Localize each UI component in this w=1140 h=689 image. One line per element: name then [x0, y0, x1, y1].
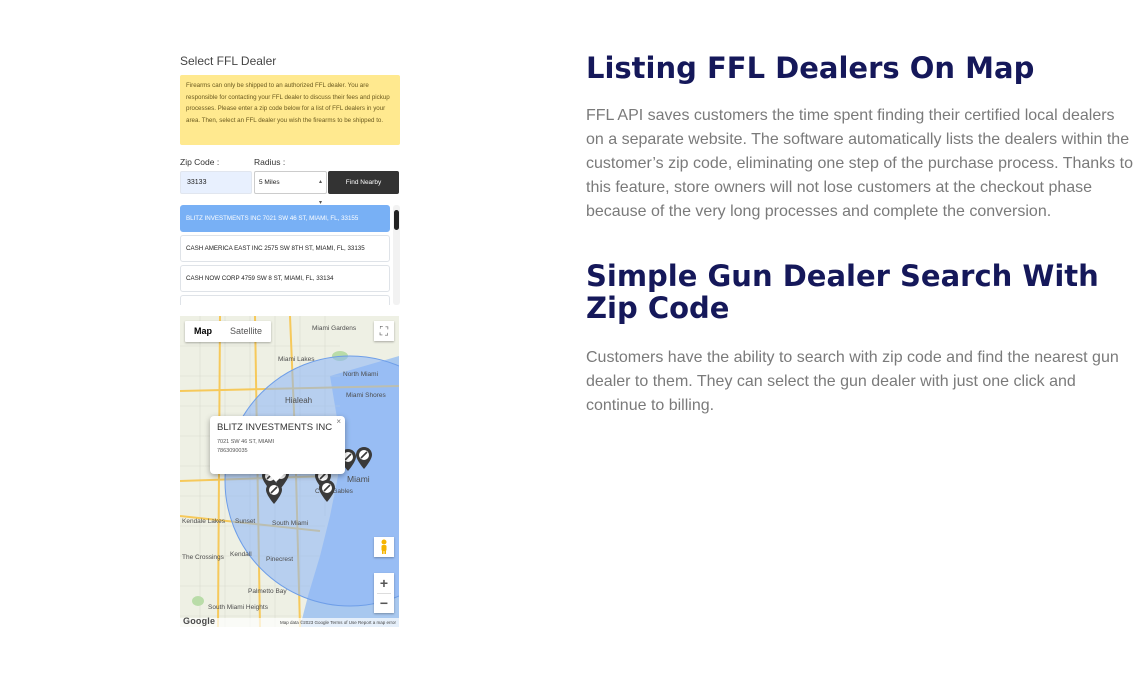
paragraph-listing-dealers: FFL API saves customers the time spent f…: [586, 107, 1133, 220]
map-label: Miami Gardens: [312, 325, 357, 332]
dealer-marker-icon[interactable]: [356, 447, 372, 469]
zip-code-label: Zip Code :: [180, 157, 220, 167]
dealer-marker-icon[interactable]: [319, 480, 335, 502]
radius-label: Radius :: [254, 157, 286, 167]
map-label: North Miami: [343, 371, 379, 378]
widget-title: Select FFL Dealer: [180, 54, 277, 68]
zoom-in-button[interactable]: +: [374, 573, 394, 593]
info-dealer-name: BLITZ INVESTMENTS INC: [217, 422, 333, 433]
feature-content: Listing FFL Dealers On Map FFL API saves…: [586, 52, 1136, 418]
ffl-dealer-widget: Select FFL Dealer Firearms can only be s…: [180, 52, 400, 305]
map-label: Kendall: [230, 551, 252, 558]
heading-gun-dealer-search: Simple Gun Dealer Search With Zip Code: [586, 259, 1099, 325]
dealer-info-window: BLITZ INVESTMENTS INC 7021 SW 46 ST, MIA…: [210, 416, 345, 482]
fullscreen-icon[interactable]: ⛶: [374, 321, 394, 341]
info-dealer-phone: 7863090035: [217, 448, 248, 454]
map-label: Pinecrest: [266, 556, 294, 563]
map-type-map-button[interactable]: Map: [185, 321, 221, 342]
map-type-control: Map Satellite: [185, 321, 272, 342]
map-type-satellite-button[interactable]: Satellite: [221, 321, 271, 342]
map-label: South Miami: [272, 520, 309, 527]
dealer-marker-icon[interactable]: [266, 482, 282, 504]
ffl-notice: Firearms can only be shipped to an autho…: [180, 75, 400, 145]
map-label: Miami Shores: [346, 392, 386, 399]
map-label: Miami Lakes: [278, 356, 315, 363]
dealer-item[interactable]: BLITZ INVESTMENTS INC 7021 SW 46 ST, MIA…: [180, 205, 390, 232]
radius-value: 5 Miles: [259, 179, 280, 186]
google-logo: Google: [183, 616, 216, 626]
map-label: Palmetto Bay: [248, 588, 287, 595]
search-form: 33133 5 Miles ▴ ▾ Find Nearby: [180, 171, 400, 206]
dealer-item[interactable]: CASH NOW CORP 4759 SW 8 ST, MIAMI, FL, 3…: [180, 265, 390, 292]
pegman-icon[interactable]: [374, 537, 394, 557]
close-icon[interactable]: ×: [336, 417, 341, 426]
radius-select[interactable]: 5 Miles ▴ ▾: [254, 171, 327, 206]
zoom-control: + −: [374, 573, 394, 613]
form-labels: Zip Code : Radius :: [180, 157, 400, 171]
dealer-item-partial[interactable]: [180, 295, 390, 305]
dealer-map[interactable]: Miami Gardens Miami Lakes Hialeah North …: [180, 316, 399, 627]
map-label: South Miami Heights: [208, 604, 268, 611]
scrollbar-thumb[interactable]: [394, 210, 399, 230]
info-dealer-address: 7021 SW 46 ST, MIAMI: [217, 439, 275, 445]
dealer-item[interactable]: CASH AMERICA EAST INC 2575 SW 8TH ST, MI…: [180, 235, 390, 262]
zip-code-input[interactable]: 33133: [180, 171, 252, 194]
map-label: Hialeah: [285, 396, 313, 405]
map-label: Miami: [347, 474, 370, 484]
dealer-list-scrollbar[interactable]: [393, 205, 400, 305]
dealer-list[interactable]: BLITZ INVESTMENTS INC 7021 SW 46 ST, MIA…: [180, 205, 400, 305]
zoom-out-button[interactable]: −: [374, 593, 394, 613]
map-label: Sunset: [235, 518, 256, 525]
map-label: Kendale Lakes: [182, 518, 226, 525]
zoom-divider: [377, 593, 391, 594]
map-label: The Crossings: [182, 554, 224, 561]
paragraph-gun-dealer-search: Customers have the ability to search wit…: [586, 349, 1119, 414]
find-nearby-button[interactable]: Find Nearby: [328, 171, 399, 194]
heading-listing-dealers: Listing FFL Dealers On Map: [586, 51, 1035, 85]
